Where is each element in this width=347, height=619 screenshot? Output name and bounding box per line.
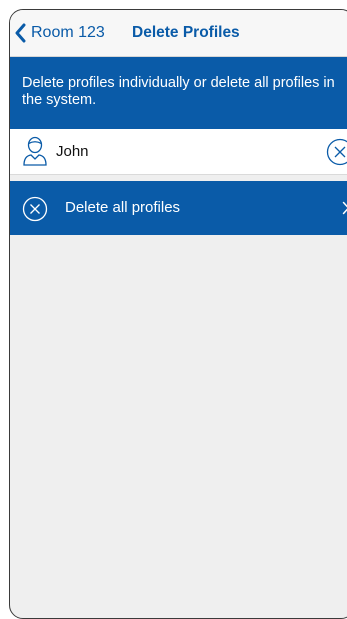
back-button-label: Room 123: [31, 24, 105, 42]
circle-x-icon: [22, 196, 48, 227]
delete-all-profiles-button[interactable]: Delete all profiles: [10, 181, 347, 235]
page-title: Delete Profiles: [132, 24, 240, 42]
profile-name: John: [56, 143, 89, 160]
user-icon: [22, 136, 48, 171]
chevron-left-icon: [14, 23, 26, 43]
device-frame: Room 123 Delete Profiles Delete profiles…: [9, 9, 347, 619]
chevron-right-icon: [342, 201, 347, 220]
delete-all-label: Delete all profiles: [65, 199, 180, 216]
navigation-bar: Room 123 Delete Profiles: [10, 10, 347, 57]
back-button[interactable]: Room 123: [14, 21, 105, 45]
info-banner: Delete profiles individually or delete a…: [10, 57, 347, 129]
delete-profile-button[interactable]: [326, 138, 347, 171]
profile-row: John: [10, 129, 347, 175]
